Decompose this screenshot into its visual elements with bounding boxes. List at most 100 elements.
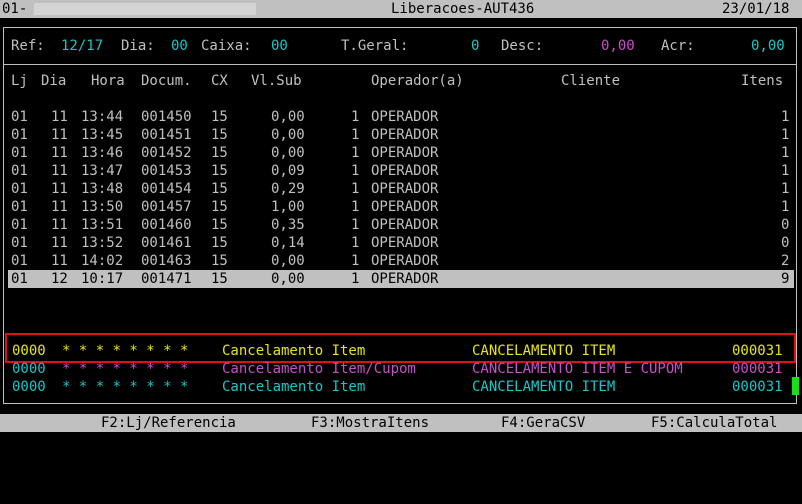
cell-vl: 0,09	[271, 163, 305, 179]
table-row[interactable]: 01 11 13:48 001454 15 0,29 1 OPERADOR 1	[8, 180, 794, 198]
log-type: CANCELAMENTO ITEM	[472, 343, 616, 359]
cell-lj: 01	[11, 253, 28, 269]
cell-lj: 01	[11, 217, 28, 233]
cell-vl: 0,00	[271, 127, 305, 143]
cell-itens: 0	[781, 235, 790, 251]
cell-vl: 0,00	[271, 109, 305, 125]
log-num: 000031	[732, 361, 783, 377]
col-dia: Dia	[41, 73, 67, 89]
cell-hora: 13:44	[81, 109, 124, 125]
cell-doc: 001454	[141, 181, 192, 197]
col-lj: Lj	[11, 73, 28, 89]
function-key-bar: F2:Lj/Referencia F3:MostraItens F4:GeraC…	[0, 414, 802, 432]
cell-dia: 11	[51, 127, 68, 143]
cell-cx: 15	[211, 109, 228, 125]
ref-label: Ref:	[11, 38, 45, 54]
cell-count: 1	[351, 217, 360, 233]
cell-itens: 9	[781, 271, 790, 287]
log-type: CANCELAMENTO ITEM	[472, 379, 616, 395]
cell-hora: 13:45	[81, 127, 124, 143]
cell-lj: 01	[11, 127, 28, 143]
cell-vl: 0,00	[271, 271, 305, 287]
cell-cx: 15	[211, 235, 228, 251]
cell-lj: 01	[11, 145, 28, 161]
cell-dia: 11	[51, 199, 68, 215]
cell-hora: 13:48	[81, 181, 124, 197]
cell-cx: 15	[211, 271, 228, 287]
cell-operador: OPERADOR	[371, 145, 439, 161]
log-desc: Cancelamento Item/Cupom	[222, 361, 416, 377]
table-row[interactable]: 01 11 14:02 001463 15 0,00 1 OPERADOR 2	[8, 252, 794, 270]
ref-value: 12/17	[61, 38, 104, 54]
cell-itens: 1	[781, 109, 790, 125]
cell-hora: 13:50	[81, 199, 124, 215]
cell-lj: 01	[11, 199, 28, 215]
f2-key[interactable]: F2:Lj/Referencia	[101, 414, 236, 432]
cell-cx: 15	[211, 163, 228, 179]
cell-hora: 13:46	[81, 145, 124, 161]
table-row[interactable]: 01 11 13:45 001451 15 0,00 1 OPERADOR 1	[8, 126, 794, 144]
tgeral-value: 0	[471, 38, 480, 54]
title-bar: 01- Liberacoes-AUT436 23/01/18	[0, 0, 802, 18]
col-itens: Itens	[741, 73, 784, 89]
cell-count: 1	[351, 199, 360, 215]
text-cursor	[792, 377, 799, 395]
f5-key[interactable]: F5:CalculaTotal	[651, 414, 777, 432]
table-row[interactable]: 01 11 13:44 001450 15 0,00 1 OPERADOR 1	[8, 108, 794, 126]
cell-lj: 01	[11, 235, 28, 251]
cell-lj: 01	[11, 181, 28, 197]
cell-vl: 1,00	[271, 199, 305, 215]
table-row[interactable]: 01 11 13:46 001452 15 0,00 1 OPERADOR 1	[8, 144, 794, 162]
log-desc: Cancelamento Item	[222, 343, 366, 359]
cell-doc: 001451	[141, 127, 192, 143]
cell-count: 1	[351, 145, 360, 161]
table-row[interactable]: 01 11 13:52 001461 15 0,14 1 OPERADOR 0	[8, 234, 794, 252]
cell-operador: OPERADOR	[371, 109, 439, 125]
cell-doc: 001453	[141, 163, 192, 179]
dia-label: Dia:	[121, 38, 155, 54]
table-row[interactable]: 01 11 13:51 001460 15 0,35 1 OPERADOR 0	[8, 216, 794, 234]
cell-operador: OPERADOR	[371, 163, 439, 179]
cell-vl: 0,00	[271, 253, 305, 269]
cell-lj: 01	[11, 109, 28, 125]
caixa-value: 00	[271, 38, 288, 54]
cell-operador: OPERADOR	[371, 271, 439, 287]
window-title: Liberacoes-AUT436	[391, 1, 535, 17]
dia-value: 00	[171, 38, 188, 54]
log-entry[interactable]: 0000 * * * * * * * * Cancelamento Item C…	[10, 378, 790, 396]
cell-count: 1	[351, 109, 360, 125]
cell-hora: 10:17	[81, 271, 124, 287]
cell-doc: 001461	[141, 235, 192, 251]
f3-key[interactable]: F3:MostraItens	[311, 414, 429, 432]
cell-dia: 11	[51, 145, 68, 161]
cell-doc: 001463	[141, 253, 192, 269]
cell-itens: 1	[781, 127, 790, 143]
log-stars: * * * * * * * *	[62, 343, 189, 359]
f4-key[interactable]: F4:GeraCSV	[501, 414, 585, 432]
log-entry[interactable]: 0000 * * * * * * * * Cancelamento Item/C…	[10, 360, 790, 378]
cell-dia: 11	[51, 109, 68, 125]
cell-dia: 11	[51, 235, 68, 251]
tgeral-label: T.Geral:	[341, 38, 409, 54]
log-code: 0000	[12, 361, 46, 377]
cell-vl: 0,00	[271, 145, 305, 161]
table-row[interactable]: 01 11 13:47 001453 15 0,09 1 OPERADOR 1	[8, 162, 794, 180]
acr-value: 0,00	[751, 38, 785, 54]
table-row[interactable]: 01 11 13:50 001457 15 1,00 1 OPERADOR 1	[8, 198, 794, 216]
acr-label: Acr:	[661, 38, 695, 54]
cell-hora: 14:02	[81, 253, 124, 269]
log-desc: Cancelamento Item	[222, 379, 366, 395]
col-vlsub: Vl.Sub	[251, 73, 302, 89]
cell-operador: OPERADOR	[371, 217, 439, 233]
cell-itens: 1	[781, 145, 790, 161]
terminal-id: 01-	[2, 1, 28, 17]
cell-dia: 11	[51, 253, 68, 269]
col-hora: Hora	[91, 73, 125, 89]
table-row-selected[interactable]: 01 12 10:17 001471 15 0,00 1 OPERADOR 9	[8, 270, 794, 288]
caixa-label: Caixa:	[201, 38, 252, 54]
cell-cx: 15	[211, 199, 228, 215]
cell-hora: 13:52	[81, 235, 124, 251]
cell-doc: 001460	[141, 217, 192, 233]
log-entry[interactable]: 0000 * * * * * * * * Cancelamento Item C…	[10, 342, 790, 360]
cell-cx: 15	[211, 253, 228, 269]
